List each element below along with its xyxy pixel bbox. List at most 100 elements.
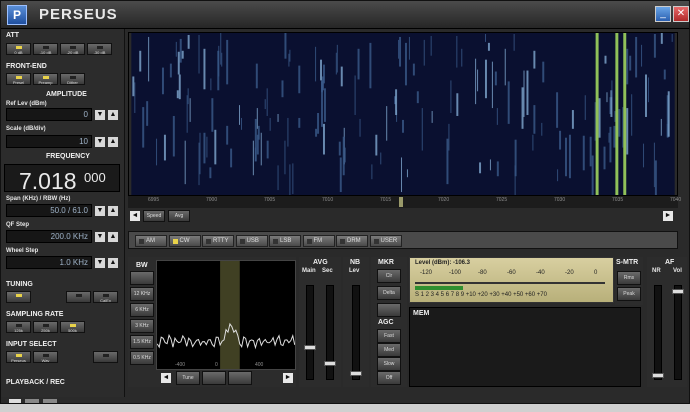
avg-sec-knob[interactable] bbox=[324, 361, 336, 366]
scale-label: Scale (dB/div) bbox=[6, 126, 46, 132]
spec-right-button[interactable]: ► bbox=[283, 373, 293, 383]
nb-column: NB Lev bbox=[343, 257, 369, 387]
input-perseus-button[interactable]: Perseus bbox=[6, 351, 31, 363]
scale-tick: 7000 bbox=[206, 197, 218, 203]
bw-button[interactable]: 3 KHz bbox=[130, 319, 154, 333]
qf-up-arrow-icon[interactable]: ▲ bbox=[108, 232, 118, 242]
ref-level-label: Ref Lev (dBm) bbox=[6, 101, 47, 107]
att-0db-button[interactable]: 0 dB bbox=[6, 43, 31, 55]
minimize-button[interactable]: _ bbox=[655, 6, 671, 22]
mode-cw-button[interactable]: CW bbox=[168, 235, 201, 247]
agc-off-button[interactable]: Off bbox=[377, 371, 401, 385]
scale-tick: 7020 bbox=[438, 197, 450, 203]
att-30db-button[interactable]: -30 dB bbox=[87, 43, 112, 55]
bw-label: BW bbox=[136, 262, 148, 269]
app-title: PERSEUS bbox=[39, 6, 118, 23]
scroll-left-button[interactable]: ◄ bbox=[130, 211, 140, 221]
mode-lsb-button[interactable]: LSB bbox=[269, 235, 301, 247]
mode-drm-button[interactable]: DRM bbox=[336, 235, 368, 247]
span-up-arrow-icon[interactable]: ▲ bbox=[108, 206, 118, 216]
waterfall-display[interactable] bbox=[128, 32, 678, 196]
bw-button[interactable]: 0.5 KHz bbox=[130, 351, 154, 365]
mode-fm-button[interactable]: FM bbox=[302, 235, 335, 247]
ref-down-arrow-icon[interactable]: ▼ bbox=[95, 110, 105, 120]
input-spare-button[interactable] bbox=[93, 351, 118, 363]
agc-slow-button[interactable]: Slow bbox=[377, 357, 401, 371]
scroll-right-button[interactable]: ► bbox=[663, 211, 673, 221]
bw-button[interactable]: 12 KHz bbox=[130, 287, 154, 301]
frequency-scale: 6995 7000 7005 7010 7015 7020 7025 7030 7035 7040 bbox=[128, 196, 681, 208]
tuning-button[interactable] bbox=[6, 291, 31, 303]
spec-step-button-1[interactable] bbox=[202, 371, 226, 385]
mode-rtty-button[interactable]: RTTY bbox=[202, 235, 234, 247]
preamp-button[interactable]: Preamp bbox=[33, 73, 58, 85]
close-button[interactable]: ✕ bbox=[673, 6, 689, 22]
bw-button[interactable] bbox=[130, 271, 154, 285]
qf-step-field[interactable]: 200.0 KHz bbox=[6, 230, 92, 243]
scale-tick: 7010 bbox=[322, 197, 334, 203]
att-10db-button[interactable]: -10 dB bbox=[33, 43, 58, 55]
avg-main-knob[interactable] bbox=[304, 345, 316, 350]
agc-med-button[interactable]: Med bbox=[377, 343, 401, 357]
mkr-delta-button[interactable]: Delta bbox=[377, 286, 401, 300]
nb-lev-knob[interactable] bbox=[350, 371, 362, 376]
ref-level-field[interactable]: 0 bbox=[6, 108, 92, 121]
input-select-label: INPUT SELECT bbox=[6, 341, 57, 348]
presel-button[interactable]: Presel bbox=[6, 73, 31, 85]
smtr-peak-button[interactable]: Peak bbox=[617, 287, 641, 301]
scale-down-arrow-icon[interactable]: ▼ bbox=[95, 137, 105, 147]
scale-up-arrow-icon[interactable]: ▲ bbox=[108, 137, 118, 147]
filter-spectrum[interactable] bbox=[156, 260, 296, 370]
tuning-cursor[interactable] bbox=[399, 197, 403, 207]
vol-slider[interactable] bbox=[674, 285, 682, 380]
speed-button[interactable]: Speed bbox=[143, 210, 165, 222]
wheel-up-arrow-icon[interactable]: ▲ bbox=[108, 258, 118, 268]
mode-user-button[interactable]: USER bbox=[369, 235, 402, 247]
vol-knob[interactable] bbox=[672, 289, 684, 294]
sampling-250k-button[interactable]: 250k bbox=[33, 321, 58, 333]
mode-am-button[interactable]: AM bbox=[135, 235, 167, 247]
frequency-main: 7.018 bbox=[19, 168, 77, 194]
tuning-spare-button[interactable] bbox=[66, 291, 91, 303]
agc-fast-button[interactable]: Fast bbox=[377, 329, 401, 343]
spectrum-tick: 0 bbox=[215, 362, 218, 368]
sampling-500k-button[interactable]: 500k bbox=[60, 321, 85, 333]
att-20db-button[interactable]: -20 dB bbox=[60, 43, 85, 55]
spec-step-button-2[interactable] bbox=[228, 371, 252, 385]
mode-usb-button[interactable]: USB bbox=[235, 235, 268, 247]
scale-tick: 7015 bbox=[380, 197, 392, 203]
nr-knob[interactable] bbox=[652, 373, 664, 378]
span-field[interactable]: 50.0 / 61.0 bbox=[6, 204, 92, 217]
af-nr-label: NR bbox=[652, 268, 661, 274]
agc-label: AGC bbox=[378, 319, 394, 326]
spec-left-button[interactable]: ◄ bbox=[161, 373, 171, 383]
avg-main-slider[interactable] bbox=[306, 285, 314, 380]
mkr-spare-button[interactable] bbox=[377, 303, 401, 317]
nb-lev-slider[interactable] bbox=[352, 285, 360, 380]
span-down-arrow-icon[interactable]: ▼ bbox=[95, 206, 105, 216]
scale-field[interactable]: 10 bbox=[6, 135, 92, 148]
amplitude-label: AMPLITUDE bbox=[46, 91, 87, 98]
bw-button[interactable]: 1.5 KHz bbox=[130, 335, 154, 349]
tune-button[interactable]: Tune bbox=[176, 371, 200, 385]
sampling-125k-button[interactable]: 125k bbox=[6, 321, 31, 333]
wheel-down-arrow-icon[interactable]: ▼ bbox=[95, 258, 105, 268]
af-label: AF bbox=[665, 259, 675, 266]
nr-slider[interactable] bbox=[654, 285, 662, 380]
wheel-step-field[interactable]: 1.0 KHz bbox=[6, 256, 92, 269]
dither-button[interactable]: Dither bbox=[60, 73, 85, 85]
calex-button[interactable]: CalEx bbox=[93, 291, 118, 303]
frequency-decimals: 000 bbox=[84, 170, 106, 185]
avg-button[interactable]: Avg bbox=[168, 210, 190, 222]
playback-label: PLAYBACK / REC bbox=[6, 379, 65, 386]
nb-lev-label: Lev bbox=[349, 268, 360, 274]
mkr-clr-button[interactable]: Clr bbox=[377, 269, 401, 283]
smtr-rms-button[interactable]: Rms bbox=[617, 271, 641, 285]
ref-up-arrow-icon[interactable]: ▲ bbox=[108, 110, 118, 120]
frequency-display[interactable]: 7.018 000 bbox=[4, 164, 120, 194]
frequency-label: FREQUENCY bbox=[46, 153, 90, 160]
memory-panel[interactable]: MEM bbox=[409, 307, 641, 387]
bw-button[interactable]: 6 KHz bbox=[130, 303, 154, 317]
input-wav-button[interactable]: Wav bbox=[33, 351, 58, 363]
qf-down-arrow-icon[interactable]: ▼ bbox=[95, 232, 105, 242]
